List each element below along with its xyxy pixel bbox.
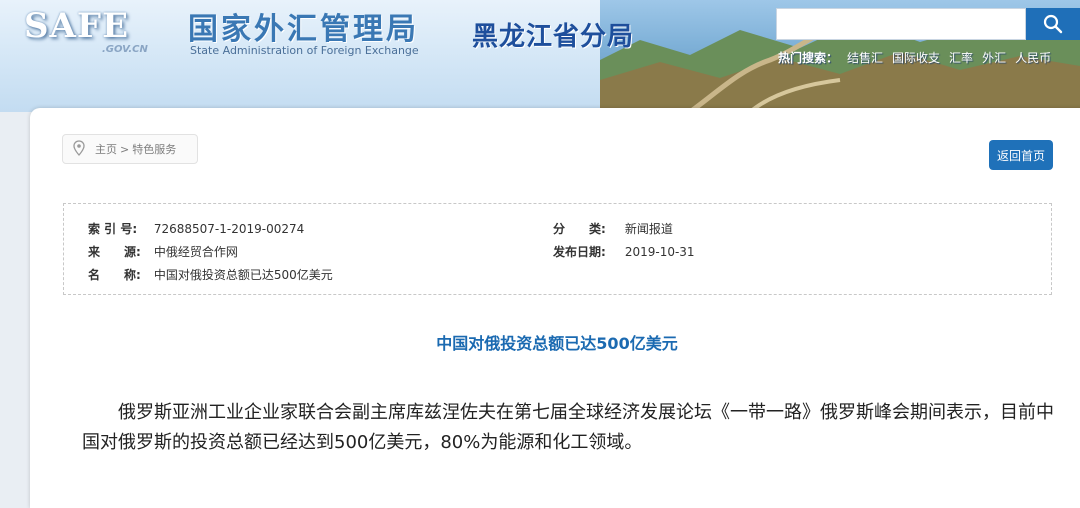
hot-keyword-renminbi[interactable]: 人民币 (1015, 49, 1051, 66)
breadcrumb-separator: > (120, 142, 130, 156)
hot-search-bar: 热门搜索： 结售汇 国际收支 汇率 外汇 人民币 (778, 49, 1051, 66)
branch-title: 黑龙江省分局 (472, 22, 635, 52)
back-home-button[interactable]: 返回首页 (989, 140, 1053, 170)
meta-name-row: 名 称: 中国对俄投资总额已达500亿美元 (88, 266, 333, 283)
meta-index-value: 72688507-1-2019-00274 (153, 222, 305, 236)
search-button[interactable] (1026, 8, 1080, 40)
meta-name-value: 中国对俄投资总额已达500亿美元 (153, 268, 333, 282)
meta-index-row: 索 引 号: 72688507-1-2019-00274 (88, 220, 304, 237)
hot-keyword-guojishouzhi[interactable]: 国际收支 (892, 49, 940, 66)
breadcrumb: 主页 > 特色服务 (62, 134, 198, 164)
search-input[interactable] (776, 8, 1026, 40)
location-pin-icon (73, 139, 85, 159)
meta-category-row: 分 类: 新闻报道 (553, 220, 673, 237)
article-meta-box: 索 引 号: 72688507-1-2019-00274 来 源: 中俄经贸合作… (63, 203, 1052, 295)
logo-domain: .GOV.CN (102, 44, 148, 55)
hot-search-label: 热门搜索： (778, 51, 839, 65)
meta-index-label: 索 引 号: (88, 222, 138, 236)
breadcrumb-current[interactable]: 特色服务 (132, 141, 176, 157)
breadcrumb-home[interactable]: 主页 (95, 141, 117, 157)
hot-keyword-huilv[interactable]: 汇率 (949, 49, 973, 66)
site-title-en: State Administration of Foreign Exchange (190, 44, 419, 57)
meta-source-label: 来 源: (88, 245, 141, 259)
hot-keyword-waihui[interactable]: 外汇 (982, 49, 1006, 66)
meta-name-label: 名 称: (88, 268, 141, 282)
search-icon (1043, 14, 1063, 34)
meta-source-row: 来 源: 中俄经贸合作网 (88, 243, 238, 260)
safe-logo[interactable]: SAFE (24, 6, 129, 46)
site-title-cn[interactable]: 国家外汇管理局 (188, 4, 419, 48)
hot-keyword-jieshouhui[interactable]: 结售汇 (847, 49, 883, 66)
meta-category-value: 新闻报道 (624, 222, 673, 236)
meta-source-value: 中俄经贸合作网 (153, 245, 238, 259)
article-paragraph: 俄罗斯亚洲工业企业家联合会副主席库兹涅佐夫在第七届全球经济发展论坛《一带一路》俄… (82, 402, 1054, 453)
meta-date-label: 发布日期: (553, 245, 606, 259)
meta-date-row: 发布日期: 2019-10-31 (553, 243, 695, 260)
article-title: 中国对俄投资总额已达500亿美元 (436, 334, 678, 353)
meta-date-value: 2019-10-31 (624, 245, 695, 259)
meta-category-label: 分 类: (553, 222, 606, 236)
